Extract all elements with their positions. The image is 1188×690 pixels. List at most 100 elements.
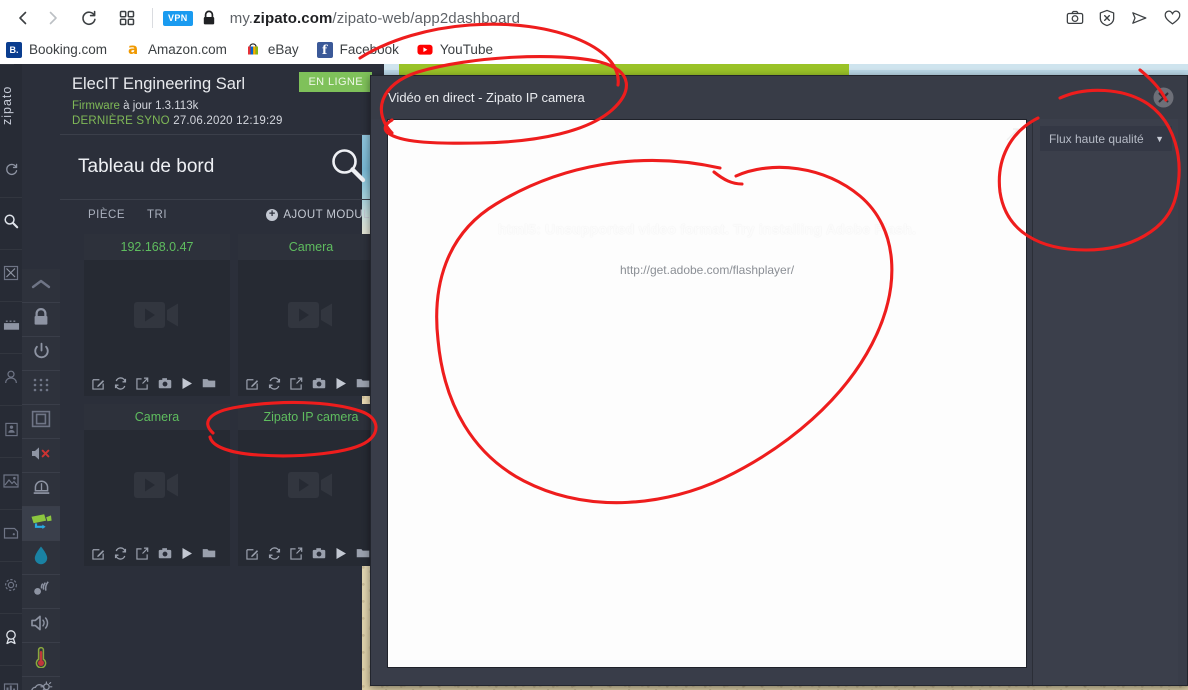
speaker-icon — [30, 614, 53, 637]
folder-icon[interactable] — [202, 377, 216, 389]
camera-icon[interactable] — [1066, 9, 1084, 27]
edit-icon[interactable] — [246, 547, 259, 560]
forward-button[interactable] — [38, 3, 68, 33]
stream-quality-select[interactable]: Flux haute qualité ▼ — [1040, 126, 1172, 151]
card-actions — [84, 370, 230, 396]
dashboard-search-button[interactable] — [328, 145, 368, 190]
edit-icon[interactable] — [92, 377, 105, 390]
filter-room[interactable]: PIÈCE — [88, 209, 125, 221]
module-card[interactable]: 192.168.0.47 — [84, 234, 230, 396]
play-icon[interactable] — [181, 377, 193, 390]
open-external-icon[interactable] — [136, 547, 149, 560]
thermometer-icon — [33, 646, 49, 673]
rail-item-camera[interactable] — [22, 507, 60, 541]
folder-icon[interactable] — [202, 547, 216, 559]
refresh-icon[interactable] — [114, 377, 127, 390]
shield-x-icon[interactable] — [1098, 9, 1116, 27]
snapshot-icon[interactable] — [158, 377, 172, 390]
bookmark-amazon[interactable]: a Amazon.com — [116, 38, 236, 62]
rail-item-users[interactable] — [0, 354, 22, 406]
module-card[interactable]: Camera — [84, 404, 230, 566]
modules-toolbar: PIÈCE TRI + AJOUT MODULE — [82, 200, 384, 230]
url-domain: zipato.com — [253, 10, 332, 27]
firmware-row: Firmware à jour 1.3.113k — [72, 100, 372, 112]
amazon-icon: a — [125, 42, 141, 58]
rail-item-scenes[interactable] — [0, 250, 22, 302]
scenes-icon — [3, 265, 19, 286]
rail-item-speaker[interactable] — [22, 609, 60, 643]
edit-icon[interactable] — [246, 377, 259, 390]
rail-item-reports[interactable] — [0, 666, 22, 690]
rail-item-settings[interactable] — [0, 562, 22, 614]
card-preview[interactable] — [84, 260, 230, 370]
video-side-panel: Flux haute qualité ▼ — [1032, 119, 1178, 685]
play-icon[interactable] — [335, 377, 347, 390]
refresh-icon[interactable] — [268, 547, 281, 560]
folder-icon[interactable] — [356, 377, 370, 389]
bookmark-youtube[interactable]: YouTube — [408, 38, 502, 62]
snapshot-icon[interactable] — [312, 547, 326, 560]
vpn-badge[interactable]: VPN — [163, 11, 193, 26]
open-external-icon[interactable] — [290, 377, 303, 390]
snapshot-icon[interactable] — [158, 547, 172, 560]
play-icon[interactable] — [181, 547, 193, 560]
rail-item-alarm[interactable] — [22, 473, 60, 507]
add-module-button[interactable]: + AJOUT MODULE — [266, 209, 378, 221]
rail-item-motion[interactable] — [22, 575, 60, 609]
rail-item-wallet[interactable] — [0, 510, 22, 562]
tab-grid-button[interactable] — [112, 3, 142, 33]
video-player-area[interactable]: html5: Unsupported video format. Try ins… — [387, 119, 1027, 668]
mute-icon — [30, 445, 52, 467]
edit-icon[interactable] — [92, 547, 105, 560]
card-actions — [238, 370, 384, 396]
rail-item-refresh[interactable] — [0, 146, 22, 198]
heart-icon[interactable] — [1163, 9, 1182, 27]
rail-item-mute[interactable] — [22, 439, 60, 473]
back-button[interactable] — [8, 3, 38, 33]
rail-item-search[interactable] — [0, 198, 22, 250]
open-external-icon[interactable] — [136, 377, 149, 390]
rail-item-temperature[interactable] — [22, 643, 60, 677]
modal-header: Vidéo en direct - Zipato IP camera — [371, 76, 1187, 119]
address-bar[interactable]: my.zipato.com/zipato-web/app2dashboard — [230, 10, 520, 27]
rail-item-power[interactable] — [22, 337, 60, 371]
reload-button[interactable] — [74, 3, 104, 33]
rail-item-rewards[interactable] — [0, 614, 22, 666]
rail-item-window[interactable] — [22, 405, 60, 439]
rail-item-dots[interactable] — [22, 371, 60, 405]
rail-item-panel[interactable] — [0, 406, 22, 458]
motion-icon — [30, 580, 52, 604]
filter-sort[interactable]: TRI — [147, 209, 167, 221]
bookmark-ebay[interactable]: eBay — [236, 38, 308, 62]
lock-icon — [32, 307, 50, 332]
open-external-icon[interactable] — [290, 547, 303, 560]
video-error-message: html5: Unsupported video format. Try ins… — [498, 221, 916, 237]
card-actions — [84, 540, 230, 566]
play-icon[interactable] — [335, 547, 347, 560]
browser-toolbar: VPN my.zipato.com/zipato-web/app2dashboa… — [0, 0, 1188, 36]
chevron-down-icon: ▼ — [1155, 134, 1164, 144]
flashplayer-link[interactable]: http://get.adobe.com/flashplayer/ — [620, 263, 794, 277]
rail-item-gallery[interactable] — [0, 458, 22, 510]
send-icon[interactable] — [1130, 9, 1149, 27]
rail-item-humidity[interactable] — [22, 541, 60, 575]
folder-icon[interactable] — [356, 547, 370, 559]
video-placeholder-icon — [288, 469, 334, 501]
expand-icon[interactable] — [1005, 127, 1020, 145]
card-preview[interactable] — [238, 430, 384, 540]
snapshot-icon[interactable] — [312, 377, 326, 390]
rail-scroll-up[interactable] — [22, 269, 60, 303]
refresh-icon[interactable] — [268, 377, 281, 390]
module-card[interactable]: Camera — [238, 234, 384, 396]
bookmark-booking[interactable]: B. Booking.com — [0, 38, 116, 62]
refresh-icon[interactable] — [114, 547, 127, 560]
close-button[interactable] — [1153, 87, 1174, 108]
sync-value: 27.06.2020 12:19:29 — [173, 115, 282, 127]
card-preview[interactable] — [238, 260, 384, 370]
module-card[interactable]: Zipato IP camera — [238, 404, 384, 566]
rail-item-devices[interactable] — [0, 302, 22, 354]
rail-item-weather[interactable] — [22, 677, 60, 690]
bookmark-facebook[interactable]: f Facebook — [308, 38, 408, 62]
card-preview[interactable] — [84, 430, 230, 540]
rail-item-lock[interactable] — [22, 303, 60, 337]
